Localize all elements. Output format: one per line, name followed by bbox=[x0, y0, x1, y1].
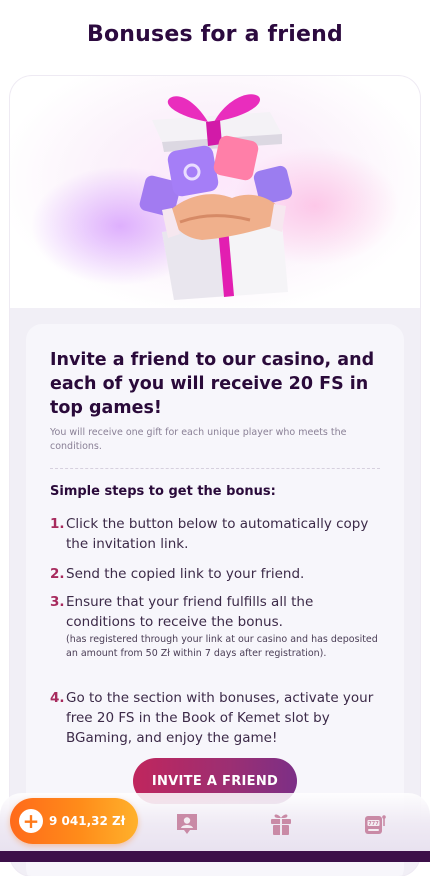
step-item: 1. Click the button below to automatical… bbox=[50, 514, 380, 554]
step-number: 2. bbox=[50, 566, 65, 582]
balance-button[interactable]: + 9 041,32 Zł bbox=[10, 798, 138, 844]
step-item: 4. Go to the section with bonuses, activ… bbox=[50, 688, 380, 748]
svg-text:777: 777 bbox=[368, 821, 379, 827]
gift-handshake-illustration bbox=[139, 94, 293, 300]
balance-amount: 9 041,32 Zł bbox=[49, 814, 126, 828]
offer-subtext: You will receive one gift for each uniqu… bbox=[50, 427, 347, 452]
step-number: 4. bbox=[50, 690, 65, 706]
slot-machine-icon[interactable]: 777 bbox=[362, 811, 388, 837]
step-text: Click the button below to automatically … bbox=[66, 516, 369, 552]
hero-banner bbox=[10, 76, 420, 308]
step-item: 3. Ensure that your friend fulfills all … bbox=[50, 592, 380, 661]
page-title: Bonuses for a friend bbox=[87, 22, 343, 47]
step-text: Go to the section with bonuses, activate… bbox=[66, 690, 374, 746]
step-number: 1. bbox=[50, 516, 65, 532]
step-number: 3. bbox=[50, 594, 65, 610]
dashed-divider bbox=[50, 468, 380, 469]
step-note: (has registered through your link at our… bbox=[66, 634, 378, 659]
bonus-card: Invite a friend to our casino, and each … bbox=[10, 76, 420, 876]
profile-badge-icon[interactable] bbox=[174, 811, 200, 837]
offer-headline: Invite a friend to our casino, and each … bbox=[50, 350, 375, 418]
bottom-edge-strip bbox=[0, 851, 430, 862]
step-text: Send the copied link to your friend. bbox=[66, 566, 305, 582]
step-item: 2. Send the copied link to your friend. bbox=[50, 564, 380, 584]
plus-icon: + bbox=[19, 809, 43, 833]
steps-title: Simple steps to get the bonus: bbox=[50, 484, 276, 499]
gift-icon[interactable] bbox=[268, 811, 294, 837]
step-text: Ensure that your friend fulfills all the… bbox=[66, 594, 314, 630]
